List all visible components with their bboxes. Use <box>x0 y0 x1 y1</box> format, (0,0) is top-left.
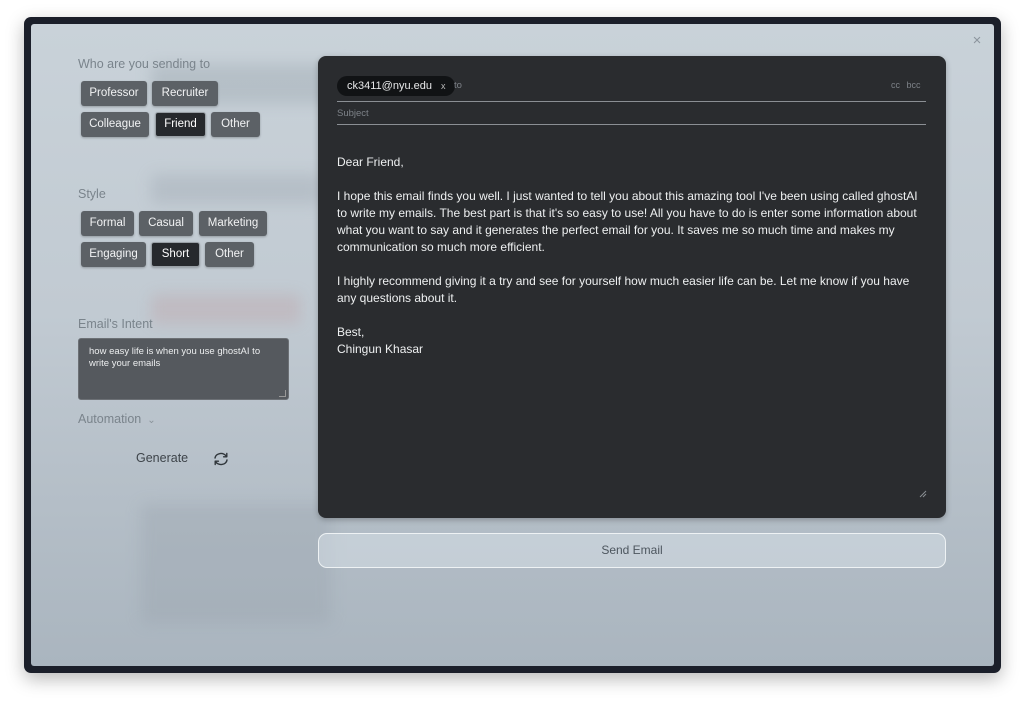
style-option-engaging[interactable]: Engaging <box>81 242 146 267</box>
recipient-option-colleague[interactable]: Colleague <box>81 112 149 137</box>
to-divider <box>337 101 926 102</box>
close-icon[interactable]: × <box>965 31 989 51</box>
cc-bcc-links: cc bcc <box>891 80 921 90</box>
cc-link[interactable]: cc <box>891 80 900 90</box>
intent-text: how easy life is when you use ghostAI to… <box>89 346 261 369</box>
style-option-casual[interactable]: Casual <box>139 211 193 236</box>
email-signature: Chingun Khasar <box>337 342 424 356</box>
style-label: Style <box>78 187 106 201</box>
email-paragraph-2: I highly recommend giving it a try and s… <box>337 274 910 305</box>
style-option-other[interactable]: Other <box>205 242 254 267</box>
subject-divider <box>337 124 926 125</box>
recipient-option-other[interactable]: Other <box>211 112 260 137</box>
recipient-email: ck3411@nyu.edu <box>347 80 432 92</box>
style-option-formal[interactable]: Formal <box>81 211 134 236</box>
recipient-chip[interactable]: ck3411@nyu.edu x <box>337 76 456 96</box>
email-closing: Best, <box>337 325 365 339</box>
subject-input[interactable]: Subject <box>337 108 369 119</box>
remove-recipient-icon[interactable]: x <box>441 81 446 91</box>
chevron-down-icon: ⌄ <box>147 415 156 426</box>
email-paragraph-1: I hope this email finds you well. I just… <box>337 189 918 254</box>
style-option-short[interactable]: Short <box>151 242 200 267</box>
email-greeting: Dear Friend, <box>337 155 404 169</box>
recipient-option-recruiter[interactable]: Recruiter <box>152 81 218 106</box>
bcc-link[interactable]: bcc <box>907 80 921 90</box>
refresh-icon[interactable] <box>211 449 231 469</box>
resize-handle-icon[interactable] <box>919 485 927 498</box>
email-body[interactable]: Dear Friend, I hope this email finds you… <box>337 154 929 358</box>
recipient-option-friend[interactable]: Friend <box>155 112 206 137</box>
generate-button[interactable]: Generate <box>136 451 188 465</box>
recipient-type-label: Who are you sending to <box>78 57 211 71</box>
resize-handle-icon[interactable] <box>279 390 286 397</box>
send-email-button[interactable]: Send Email <box>318 533 946 568</box>
intent-textarea[interactable]: how easy life is when you use ghostAI to… <box>78 338 289 400</box>
intent-label: Email's Intent <box>78 317 153 331</box>
automation-toggle[interactable]: Automation ⌄ <box>78 412 156 426</box>
to-field[interactable]: to <box>454 80 462 91</box>
automation-label: Automation <box>78 412 142 426</box>
recipient-option-professor[interactable]: Professor <box>81 81 147 106</box>
style-option-marketing[interactable]: Marketing <box>199 211 267 236</box>
